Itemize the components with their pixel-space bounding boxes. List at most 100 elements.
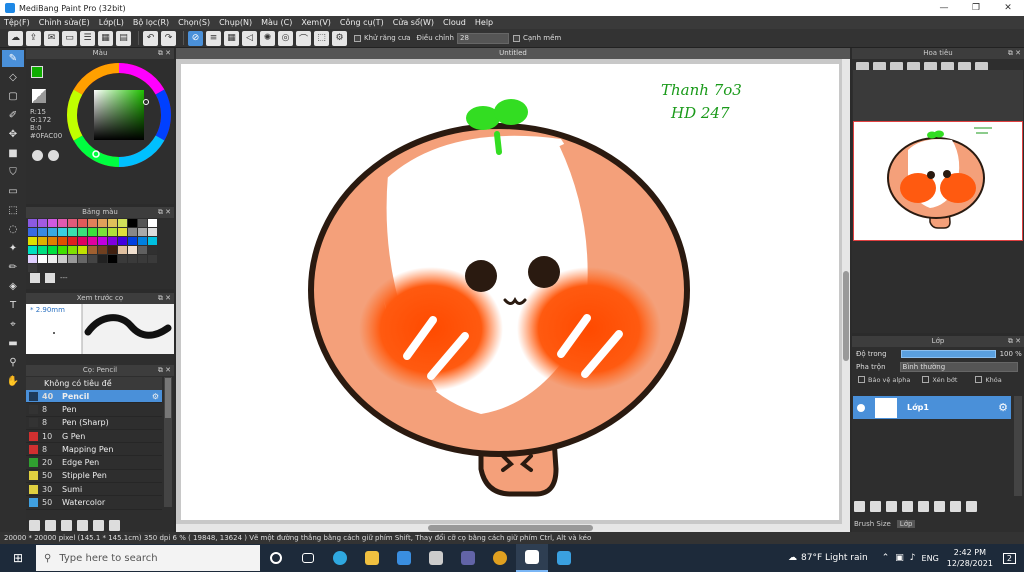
palette-swatch[interactable]: [118, 228, 127, 236]
weather-text[interactable]: 87°F Light rain: [801, 553, 868, 563]
cloud-icon[interactable]: ☁: [8, 30, 23, 46]
close-icon[interactable]: ⧉ ✕: [158, 365, 171, 376]
palette-swatch[interactable]: [148, 255, 157, 263]
palette-swatch[interactable]: [98, 237, 107, 245]
close-icon[interactable]: ⧉ ✕: [1008, 336, 1021, 347]
photos-icon[interactable]: [548, 544, 580, 572]
palette-swatch[interactable]: [128, 237, 137, 245]
copy-brush-icon[interactable]: [77, 519, 88, 531]
layers-icon[interactable]: ☰: [80, 30, 95, 46]
palette-swatch[interactable]: [118, 255, 127, 263]
palette-swatch[interactable]: [68, 219, 77, 227]
menu-item-7[interactable]: Xem(V): [301, 18, 331, 27]
windows-start-icon[interactable]: ⊞: [0, 544, 36, 572]
snap-off-icon[interactable]: ⊘: [188, 30, 203, 46]
brush-item[interactable]: 50 Watercolor: [26, 496, 162, 510]
palette-swatch[interactable]: [78, 219, 87, 227]
menu-item-11[interactable]: Help: [475, 18, 493, 27]
language-indicator[interactable]: ENG: [922, 554, 939, 563]
palette-swatch[interactable]: [38, 228, 47, 236]
layer-scrollbar[interactable]: [1014, 396, 1022, 496]
opacity-slider[interactable]: [900, 349, 996, 358]
lock-checkbox[interactable]: [975, 376, 983, 383]
brush-tool-icon[interactable]: ✎: [2, 50, 24, 67]
settings-icon[interactable]: ⚙: [332, 30, 347, 46]
dot-tool-icon[interactable]: ✐: [2, 107, 24, 124]
chrome-icon[interactable]: [484, 544, 516, 572]
tab-brush-size[interactable]: Brush Size: [854, 520, 891, 528]
palette-swatch[interactable]: [58, 219, 67, 227]
palette-swatch[interactable]: [98, 219, 107, 227]
palette-swatch[interactable]: [148, 228, 157, 236]
palette-swatch[interactable]: [118, 246, 127, 254]
palette-swatch[interactable]: [98, 246, 107, 254]
transparent-swatch[interactable]: [32, 89, 46, 103]
folder-icon[interactable]: [45, 519, 56, 531]
canvas-vertical-scrollbar[interactable]: [842, 59, 850, 532]
weather-icon[interactable]: ☁: [788, 553, 797, 563]
palette-swatch[interactable]: [78, 237, 87, 245]
palette-swatch[interactable]: [88, 237, 97, 245]
taskbar-search-box[interactable]: ⚲ Type here to search: [36, 545, 260, 571]
snap-vanish-icon[interactable]: ◁: [242, 30, 257, 46]
text-tool-icon[interactable]: T: [2, 297, 24, 314]
brush-item[interactable]: 40 Pencil ⚙: [26, 390, 162, 404]
menu-item-3[interactable]: Bộ lọc(R): [133, 18, 169, 27]
menu-item-9[interactable]: Cửa sổ(W): [393, 18, 434, 27]
palette-swatch[interactable]: [128, 219, 137, 227]
rect-tool-icon[interactable]: ▢: [2, 88, 24, 105]
layer-row[interactable]: Lớp1 ⚙: [853, 396, 1011, 419]
new-layer-icon[interactable]: [854, 501, 865, 512]
close-icon[interactable]: ⧉ ✕: [158, 48, 171, 59]
palette-swatch[interactable]: [88, 228, 97, 236]
brush-item[interactable]: 20 Edge Pen: [26, 456, 162, 470]
menu-item-0[interactable]: Tệp(F): [4, 18, 30, 27]
palette-swatch[interactable]: [138, 219, 147, 227]
brush-item[interactable]: 30 Sumi: [26, 483, 162, 497]
palette-swatch[interactable]: [38, 237, 47, 245]
palette-swatch[interactable]: [68, 228, 77, 236]
menu-item-2[interactable]: Lớp(L): [99, 18, 124, 27]
menu-item-1[interactable]: Chỉnh sửa(E): [39, 18, 90, 27]
color-history-icon[interactable]: [48, 150, 59, 161]
import-brush-icon[interactable]: [61, 519, 72, 531]
gradient-tool-icon[interactable]: ▭: [2, 183, 24, 200]
chat-icon[interactable]: ▭: [62, 30, 77, 46]
minimize-button[interactable]: —: [928, 0, 960, 16]
palette-swatch[interactable]: [28, 219, 37, 227]
close-icon[interactable]: ⧉ ✕: [158, 293, 171, 304]
palette-swatch[interactable]: [138, 228, 147, 236]
palette-swatch[interactable]: [98, 228, 107, 236]
notification-icon[interactable]: 2: [1002, 552, 1016, 564]
layer-menu-icon[interactable]: [902, 501, 913, 512]
file-explorer-icon[interactable]: [356, 544, 388, 572]
menu-item-8[interactable]: Công cụ(T): [340, 18, 384, 27]
adjust-input[interactable]: 28: [457, 32, 509, 44]
palette-swatch[interactable]: [118, 219, 127, 227]
palette-swatch[interactable]: [28, 246, 37, 254]
palette-swatch[interactable]: [38, 219, 47, 227]
clipping-checkbox[interactable]: [922, 376, 930, 383]
palette-swatch[interactable]: [78, 246, 87, 254]
hand-tool-icon[interactable]: ✋: [2, 373, 24, 390]
merge-down-icon[interactable]: [934, 501, 945, 512]
palette-swatch[interactable]: [58, 237, 67, 245]
palette-swatch[interactable]: [48, 237, 57, 245]
palette-swatch[interactable]: [88, 219, 97, 227]
brush-item[interactable]: 10 G Pen: [26, 429, 162, 444]
delete-layer-icon[interactable]: [966, 501, 977, 512]
snap-circle-icon[interactable]: ◎: [278, 30, 293, 46]
snap-3d-icon[interactable]: ⬚: [314, 30, 329, 46]
soft-edge-checkbox[interactable]: [513, 34, 520, 42]
brush-item[interactable]: 50 Stipple Pen: [26, 469, 162, 484]
teams-icon[interactable]: [452, 544, 484, 572]
palette-swatch[interactable]: [48, 219, 57, 227]
palette-swatch[interactable]: [108, 246, 117, 254]
divide-tool-icon[interactable]: ▬: [2, 335, 24, 352]
delete-brush-icon[interactable]: [109, 519, 120, 531]
palette-swatch[interactable]: [128, 228, 137, 236]
brush-scrollbar[interactable]: [164, 377, 172, 507]
snap-grid-icon[interactable]: ▦: [224, 30, 239, 46]
palette-swatch[interactable]: [128, 246, 137, 254]
maximize-button[interactable]: ❐: [960, 0, 992, 16]
